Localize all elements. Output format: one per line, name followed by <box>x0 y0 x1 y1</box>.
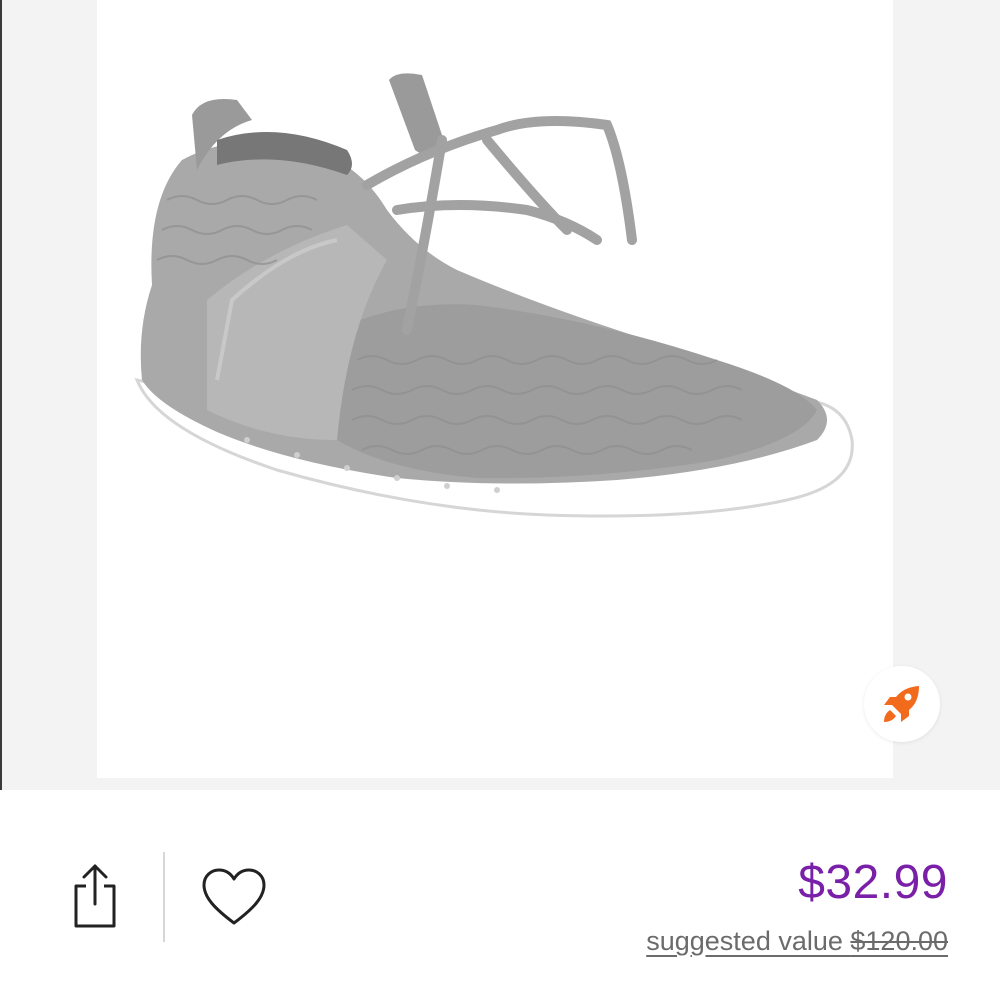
action-divider <box>163 852 165 942</box>
sneaker-image <box>134 73 854 518</box>
listing-price: $32.99 <box>798 856 948 909</box>
like-button[interactable] <box>200 866 268 928</box>
suggested-value[interactable]: suggested value $120.00 <box>646 926 948 957</box>
product-photo[interactable] <box>97 0 893 778</box>
original-price: $120.00 <box>850 926 948 956</box>
listing-image-area <box>0 0 1000 790</box>
rocket-icon <box>884 686 919 722</box>
share-button[interactable] <box>66 862 124 930</box>
boost-button[interactable] <box>864 666 940 742</box>
heart-icon <box>202 868 266 925</box>
share-icon <box>74 864 116 928</box>
suggested-label: suggested value <box>646 926 851 956</box>
